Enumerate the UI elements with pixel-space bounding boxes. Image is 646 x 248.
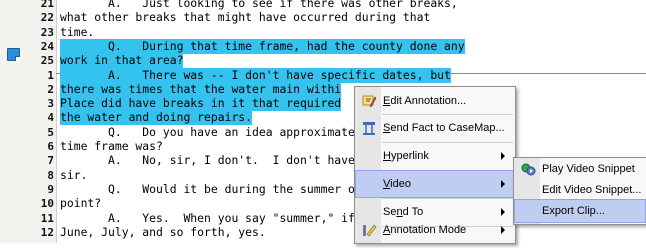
line-number: 7 [47, 154, 54, 168]
transcript-line[interactable]: 24 Q. During that time frame, had the co… [0, 38, 646, 54]
transcript-line[interactable]: 2 there was times that the water main wit… [0, 81, 646, 97]
line-text: Q. During that time frame, had the count… [60, 38, 465, 54]
menu-label-video: ideo [390, 178, 411, 190]
submenu-arrow-icon [501, 226, 505, 234]
menu-label-hyperlink: yperlink [390, 150, 429, 162]
transcript-line[interactable]: 5 Q. Do you have an idea approximate [0, 125, 646, 140]
line-text: A. No, sir, I don't. I don't have [60, 153, 355, 168]
transcript-line[interactable]: 12 June, July, and so forth, yes. [0, 225, 646, 240]
line-number: 22 [40, 11, 54, 25]
menu-item-annotation-mode[interactable]: Annotation Mode [356, 217, 513, 243]
context-menu: Edit Annotation... Send Fact to CaseMap.… [354, 86, 516, 244]
menu-label-edit-annotation: dit Annotation... [390, 95, 467, 107]
menu-label-export-clip: Export Clip... [542, 205, 605, 217]
menu-label-annotation-mode: nnotation Mode [390, 224, 467, 236]
line-text: A. Yes. When you say "summer," if [60, 210, 355, 225]
menu-label-play-video: Play Video Snippet [542, 163, 635, 175]
line-text: work in that area? [60, 53, 184, 69]
line-text: sir. [60, 167, 88, 182]
line-text: what other breaks that might have occurr… [60, 10, 431, 25]
menu-item-export-clip[interactable]: Export Clip... [514, 199, 646, 223]
annotation-mode-icon [361, 222, 377, 238]
line-text: time. [60, 24, 95, 39]
line-text: Q. Would it be during the summer o [60, 181, 355, 196]
edit-annotation-icon [361, 93, 377, 109]
line-number: 23 [40, 25, 54, 39]
line-number: 25 [40, 54, 54, 68]
line-number: 1 [47, 68, 54, 82]
menu-item-video[interactable]: Video [355, 170, 514, 198]
line-text: the water and doing repairs. [60, 110, 253, 126]
transcript-line[interactable]: 1 A. There was -- I don't have specific … [0, 67, 646, 83]
line-number: 9 [47, 182, 54, 196]
line-text: Q. Do you have an idea approximate [60, 124, 355, 139]
line-number: 6 [47, 140, 54, 153]
line-text: June, July, and so forth, yes. [60, 224, 266, 239]
line-text: time frame was? [60, 139, 163, 153]
transcript-line[interactable]: 25 work in that area? [0, 53, 646, 69]
menu-item-play-video-snippet[interactable]: Play Video Snippet [515, 158, 645, 180]
menu-item-edit-annotation[interactable]: Edit Annotation... [356, 88, 513, 114]
transcript-line[interactable]: 6 time frame was? [0, 139, 646, 154]
line-number: 3 [47, 97, 54, 111]
line-text: Place did have breaks in it that require… [60, 96, 342, 112]
submenu-arrow-icon [501, 180, 505, 188]
mnemonic-h: H [383, 150, 391, 162]
play-video-icon [520, 161, 536, 177]
line-number: 10 [40, 197, 54, 211]
line-number: 11 [40, 211, 54, 225]
menu-item-edit-video-snippet[interactable]: Edit Video Snippet... [515, 179, 645, 201]
video-submenu: Play Video Snippet Edit Video Snippet...… [513, 157, 646, 225]
transcript-line[interactable]: 4 the water and doing repairs. [0, 110, 646, 126]
menu-label-edit-video: Edit Video Snippet... [542, 184, 642, 196]
line-text: A. There was -- I don't have specific da… [60, 67, 451, 83]
line-number: 12 [40, 225, 54, 239]
line-number: 2 [47, 82, 54, 96]
line-text: there was times that the water main with… [60, 81, 342, 97]
menu-label-send-fact: end Fact to CaseMap... [390, 122, 505, 134]
transcript-line[interactable]: 3 Place did have breaks in it that requir… [0, 96, 646, 112]
line-number: 8 [47, 168, 54, 182]
line-number: 5 [47, 125, 54, 139]
menu-item-hyperlink[interactable]: Hyperlink [356, 143, 513, 169]
line-text: point? [60, 196, 102, 211]
submenu-arrow-icon [501, 152, 505, 160]
submenu-arrow-icon [501, 208, 505, 216]
transcript-line[interactable]: 23 time. [0, 25, 646, 40]
line-number: 24 [40, 39, 54, 53]
transcript-line[interactable]: 22 what other breaks that might have occu… [0, 10, 646, 25]
casemap-icon [361, 120, 377, 136]
line-number: 4 [47, 111, 54, 125]
menu-item-send-fact-to-casemap[interactable]: Send Fact to CaseMap... [356, 115, 513, 141]
